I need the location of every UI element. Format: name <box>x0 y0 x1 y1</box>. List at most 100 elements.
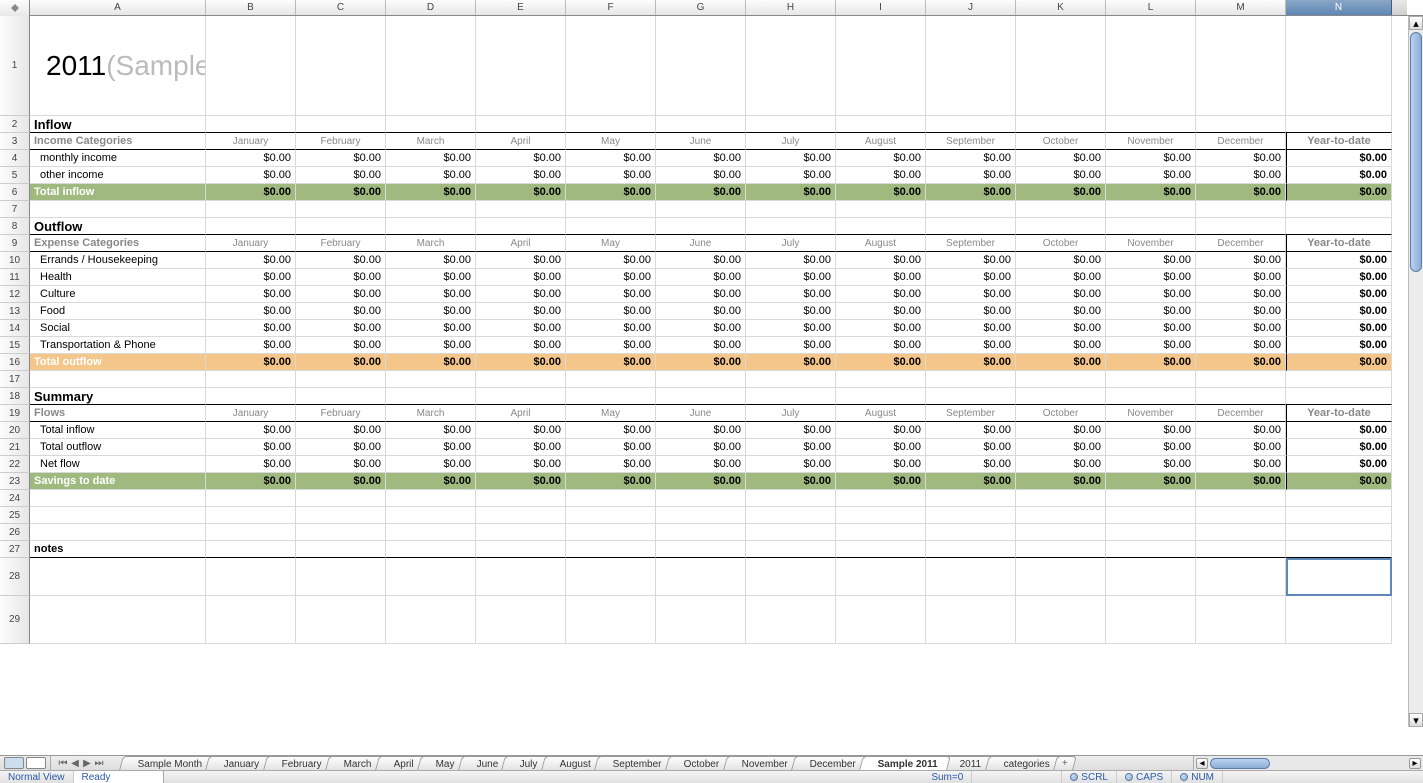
ytd-cell[interactable]: $0.00 <box>1286 167 1392 184</box>
value-cell[interactable]: $0.00 <box>386 337 476 354</box>
cell[interactable] <box>476 116 566 133</box>
value-cell[interactable]: $0.00 <box>926 439 1016 456</box>
value-cell[interactable]: $0.00 <box>296 167 386 184</box>
value-cell[interactable]: $0.00 <box>656 439 746 456</box>
cell[interactable] <box>386 201 476 218</box>
value-cell[interactable]: $0.00 <box>476 150 566 167</box>
value-cell[interactable]: $0.00 <box>566 252 656 269</box>
value-cell[interactable]: $0.00 <box>746 252 836 269</box>
value-cell[interactable]: $0.00 <box>206 269 296 286</box>
cell[interactable] <box>926 116 1016 133</box>
cell[interactable] <box>836 388 926 405</box>
value-cell[interactable]: $0.00 <box>1106 286 1196 303</box>
cell[interactable] <box>296 388 386 405</box>
value-cell[interactable]: $0.00 <box>1106 422 1196 439</box>
cell[interactable] <box>476 541 566 558</box>
cell[interactable] <box>1016 201 1106 218</box>
cell[interactable] <box>206 524 296 541</box>
value-cell[interactable]: $0.00 <box>206 320 296 337</box>
row-label[interactable]: Health <box>30 269 206 286</box>
value-cell[interactable]: $0.00 <box>656 422 746 439</box>
value-cell[interactable]: $0.00 <box>656 303 746 320</box>
total-value[interactable]: $0.00 <box>1106 184 1196 201</box>
cell[interactable] <box>476 507 566 524</box>
value-cell[interactable]: $0.00 <box>1196 320 1286 337</box>
cell[interactable] <box>566 388 656 405</box>
ytd-cell[interactable]: $0.00 <box>1286 439 1392 456</box>
month-header[interactable]: July <box>746 133 836 150</box>
cell[interactable] <box>1196 388 1286 405</box>
ytd-cell[interactable]: $0.00 <box>1286 337 1392 354</box>
cell[interactable] <box>476 16 566 116</box>
total-value[interactable]: $0.00 <box>566 184 656 201</box>
cell[interactable] <box>1286 201 1392 218</box>
cell[interactable] <box>1196 201 1286 218</box>
value-cell[interactable]: $0.00 <box>566 167 656 184</box>
ytd-cell[interactable]: $0.00 <box>1286 303 1392 320</box>
cell[interactable] <box>386 116 476 133</box>
value-cell[interactable]: $0.00 <box>296 150 386 167</box>
value-cell[interactable]: $0.00 <box>566 422 656 439</box>
cell[interactable] <box>566 116 656 133</box>
value-cell[interactable]: $0.00 <box>746 269 836 286</box>
tab-nav-next[interactable]: ▶ <box>81 757 93 769</box>
value-cell[interactable]: $0.00 <box>836 252 926 269</box>
month-header[interactable]: May <box>566 133 656 150</box>
cell[interactable] <box>30 490 206 507</box>
cell[interactable] <box>926 388 1016 405</box>
total-value[interactable]: $0.00 <box>1196 184 1286 201</box>
cell[interactable] <box>30 507 206 524</box>
total-label[interactable]: Savings to date <box>30 473 206 490</box>
month-header[interactable]: September <box>926 235 1016 252</box>
value-cell[interactable]: $0.00 <box>476 320 566 337</box>
row-header-11[interactable]: 11 <box>0 269 30 286</box>
total-value[interactable]: $0.00 <box>836 473 926 490</box>
value-cell[interactable]: $0.00 <box>746 150 836 167</box>
row-label[interactable]: Net flow <box>30 456 206 473</box>
cell[interactable] <box>206 596 296 644</box>
value-cell[interactable]: $0.00 <box>476 422 566 439</box>
horizontal-scroll-thumb[interactable] <box>1210 758 1270 769</box>
cell[interactable] <box>836 116 926 133</box>
cell[interactable] <box>386 507 476 524</box>
value-cell[interactable]: $0.00 <box>1106 167 1196 184</box>
total-value[interactable]: $0.00 <box>1016 184 1106 201</box>
value-cell[interactable]: $0.00 <box>836 286 926 303</box>
cell[interactable] <box>836 507 926 524</box>
cell[interactable] <box>746 541 836 558</box>
total-value[interactable]: $0.00 <box>296 184 386 201</box>
value-cell[interactable]: $0.00 <box>386 252 476 269</box>
total-value[interactable]: $0.00 <box>206 354 296 371</box>
cell[interactable] <box>476 371 566 388</box>
cell[interactable] <box>1196 524 1286 541</box>
ytd-cell[interactable]: $0.00 <box>1286 320 1392 337</box>
value-cell[interactable]: $0.00 <box>476 167 566 184</box>
total-label[interactable]: Total inflow <box>30 184 206 201</box>
cell[interactable] <box>746 507 836 524</box>
sheet-tab-december[interactable]: December <box>791 756 869 770</box>
row-label[interactable]: Food <box>30 303 206 320</box>
value-cell[interactable]: $0.00 <box>926 456 1016 473</box>
value-cell[interactable]: $0.00 <box>206 456 296 473</box>
cell[interactable] <box>746 558 836 596</box>
cell[interactable] <box>1106 507 1196 524</box>
month-header[interactable]: June <box>656 235 746 252</box>
row-header-12[interactable]: 12 <box>0 286 30 303</box>
month-header[interactable]: April <box>476 133 566 150</box>
cell[interactable] <box>836 490 926 507</box>
value-cell[interactable]: $0.00 <box>656 167 746 184</box>
cell[interactable] <box>476 201 566 218</box>
row-header-2[interactable]: 2 <box>0 116 30 133</box>
sheet-tab-november[interactable]: November <box>723 756 801 770</box>
value-cell[interactable]: $0.00 <box>476 286 566 303</box>
ytd-header[interactable]: Year-to-date <box>1286 133 1392 150</box>
cell[interactable] <box>296 16 386 116</box>
month-header[interactable]: January <box>206 405 296 422</box>
value-cell[interactable]: $0.00 <box>1196 337 1286 354</box>
category-header[interactable]: Flows <box>30 405 206 422</box>
row-header-19[interactable]: 19 <box>0 405 30 422</box>
cell[interactable] <box>1016 116 1106 133</box>
value-cell[interactable]: $0.00 <box>386 167 476 184</box>
total-value[interactable]: $0.00 <box>206 184 296 201</box>
month-header[interactable]: January <box>206 133 296 150</box>
